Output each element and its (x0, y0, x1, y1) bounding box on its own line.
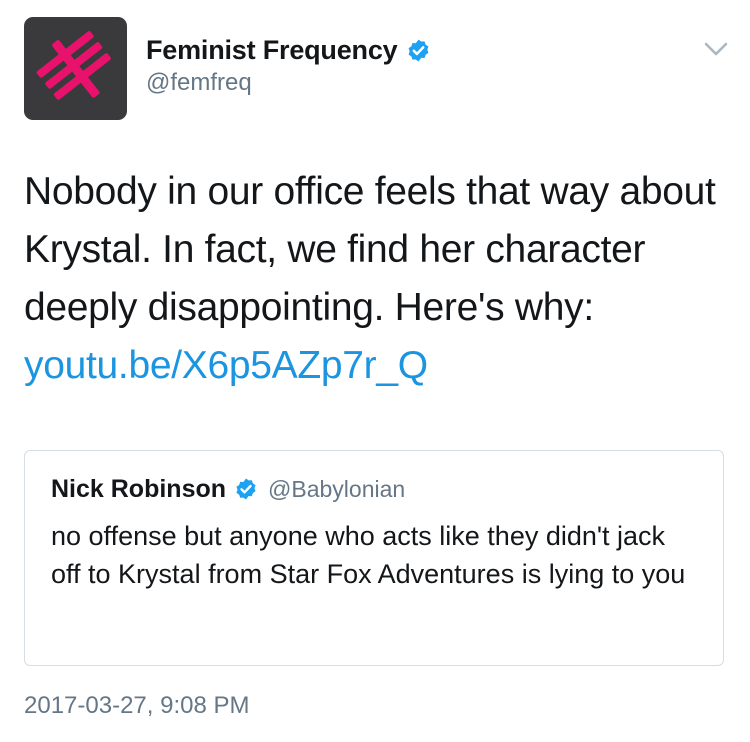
author-handle[interactable]: @femfreq (146, 69, 431, 97)
author-display-name[interactable]: Feminist Frequency (146, 35, 398, 66)
quoted-tweet-text: no offense but anyone who acts like they… (51, 521, 686, 589)
tweet-text: Nobody in our office feels that way abou… (24, 163, 724, 395)
tweet-body-text: Nobody in our office feels that way abou… (24, 170, 716, 329)
avatar[interactable] (24, 17, 127, 120)
tweet-link[interactable]: youtu.be/X6p5AZp7r_Q (24, 344, 428, 387)
feminist-frequency-logo-icon (36, 31, 111, 100)
tweet-timestamp: 2017-03-27, 9:08 PM (24, 692, 250, 719)
quoted-tweet-card[interactable]: Nick Robinson @Babylonian no offense but… (24, 450, 724, 666)
chevron-down-icon[interactable] (703, 40, 729, 58)
tweet-author[interactable]: Feminist Frequency @femfreq (146, 33, 431, 97)
quoted-author-name[interactable]: Nick Robinson (51, 475, 226, 504)
verified-badge-icon (236, 478, 256, 500)
verified-badge-icon (409, 39, 429, 61)
quoted-author-handle[interactable]: @Babylonian (268, 476, 405, 503)
